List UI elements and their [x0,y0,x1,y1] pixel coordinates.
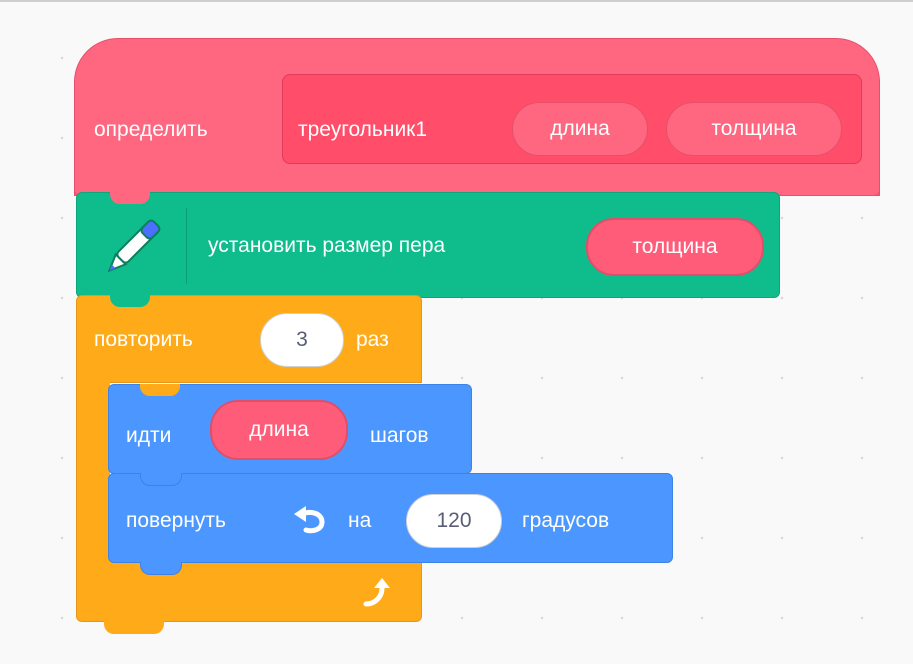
block-notch [110,192,150,204]
pen-block-label: установить размер пера [208,234,446,257]
move-steps-label: шагов [370,424,429,447]
block-notch [140,384,180,396]
block-notch [140,473,182,486]
extension-separator [186,208,187,284]
move-steps-arg[interactable]: длина [210,400,348,460]
block-notch [140,562,182,575]
loop-arrow-icon [363,578,390,607]
repeat-block-arm [76,380,110,570]
move-label: идти [126,424,172,447]
repeat-times-label: раз [356,328,389,351]
turn-degrees-label: градусов [522,509,610,532]
repeat-block-tab [104,620,164,634]
turn-on-label: на [348,509,372,532]
custom-block-name: треугольник1 [298,118,428,141]
block-notch [110,295,150,307]
param-length[interactable]: длина [512,102,648,156]
turn-degrees-input[interactable]: 120 [406,494,502,548]
rotate-left-icon [294,506,325,534]
turn-label: повернуть [126,509,226,532]
param-thickness[interactable]: толщина [666,102,842,156]
define-keyword: определить [94,118,208,141]
pen-size-arg[interactable]: толщина [586,218,764,276]
repeat-count-input[interactable]: 3 [260,313,344,367]
repeat-label: повторить [94,328,193,351]
pen-icon [107,219,161,273]
